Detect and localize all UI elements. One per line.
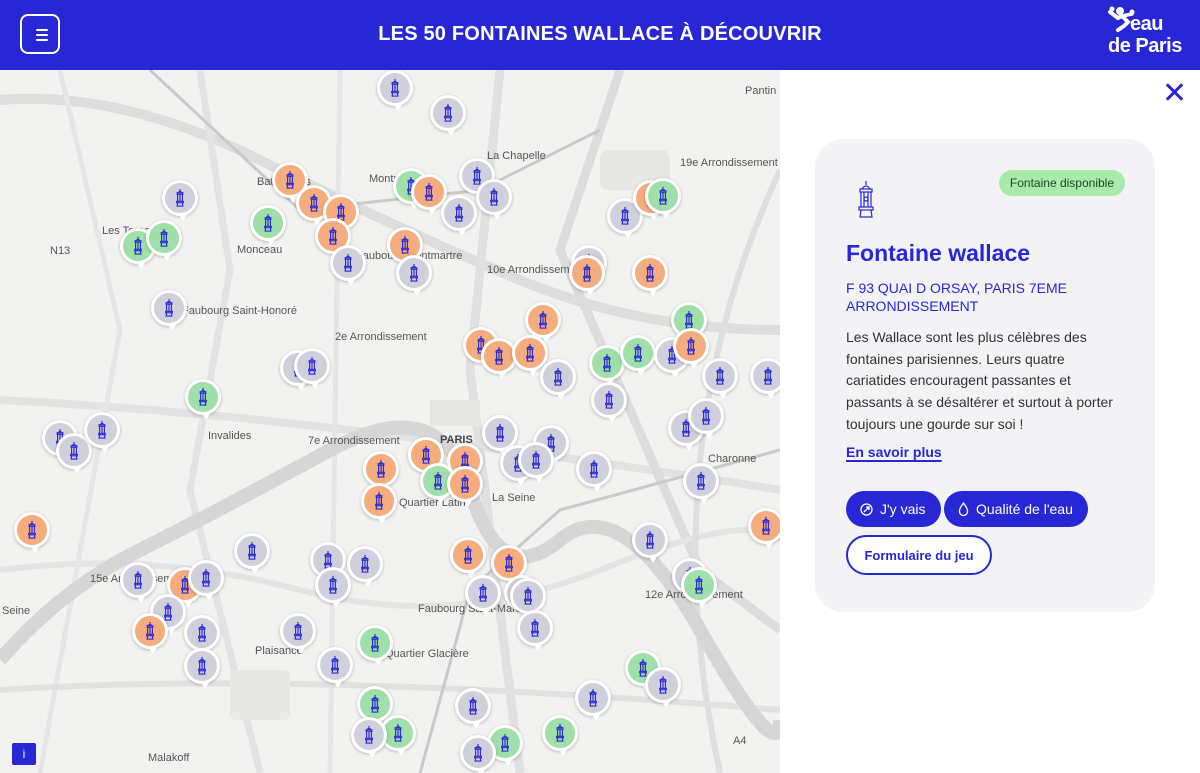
learn-more-link[interactable]: En savoir plus <box>846 444 942 460</box>
fountain-marker[interactable] <box>250 205 286 246</box>
fountain-marker[interactable] <box>347 546 383 587</box>
map-label: 7e Arrondissement <box>308 435 400 447</box>
fountain-marker[interactable] <box>14 512 50 553</box>
fountain-marker[interactable] <box>294 348 330 389</box>
fountain-marker[interactable] <box>575 680 611 721</box>
wallace-fountain-icon <box>858 181 874 218</box>
fountain-marker[interactable] <box>542 715 578 756</box>
fountain-marker[interactable] <box>447 466 483 507</box>
map-label: Faubourg Saint-Honoré <box>182 305 297 317</box>
eau-de-paris-logo[interactable]: eau de Paris <box>1104 6 1186 58</box>
fountain-marker[interactable] <box>330 245 366 286</box>
fountain-marker[interactable] <box>315 567 351 608</box>
game-form-button[interactable]: Formulaire du jeu <box>846 535 992 575</box>
close-icon[interactable] <box>1162 80 1186 104</box>
header: LES 50 FONTAINES WALLACE À DÉCOUVRIR eau… <box>0 0 1200 70</box>
fountain-marker[interactable] <box>146 220 182 261</box>
fountain-description: Les Wallace sont les plus célèbres des f… <box>846 329 1113 432</box>
map-label: Invalides <box>208 430 252 442</box>
fountain-marker[interactable] <box>540 359 576 400</box>
fountain-marker[interactable] <box>184 648 220 689</box>
fountain-marker[interactable] <box>120 562 156 603</box>
fountain-marker[interactable] <box>188 560 224 601</box>
fountain-marker[interactable] <box>377 70 413 111</box>
fountain-marker[interactable] <box>162 180 198 221</box>
fountain-marker[interactable] <box>357 686 393 727</box>
map-info-button[interactable]: i <box>12 743 36 765</box>
fountain-marker[interactable] <box>132 613 168 654</box>
map-label: Seine <box>2 605 31 617</box>
map[interactable]: Pantin19e ArrondissementLa ChapelleMontm… <box>0 70 780 773</box>
go-button-label: J'y vais <box>880 501 926 517</box>
fountain-marker[interactable] <box>363 451 399 492</box>
fountain-marker[interactable] <box>576 451 612 492</box>
fountain-marker[interactable] <box>465 575 501 616</box>
fountain-marker[interactable] <box>683 463 719 504</box>
fountain-marker[interactable] <box>84 412 120 453</box>
fountain-marker[interactable] <box>702 358 738 399</box>
menu-button[interactable] <box>20 14 60 54</box>
fountain-marker[interactable] <box>476 179 512 220</box>
fountain-marker[interactable] <box>681 567 717 608</box>
fountain-marker[interactable] <box>455 688 491 729</box>
water-quality-label: Qualité de l'eau <box>976 501 1073 517</box>
fountain-title: Fontaine wallace <box>846 240 1031 266</box>
map-label: 2e Arrondissement <box>335 331 427 343</box>
water-quality-button[interactable]: Qualité de l'eau <box>944 491 1088 527</box>
map-label: 19e Arrondissement <box>680 157 778 169</box>
fountain-marker[interactable] <box>460 735 496 773</box>
fountain-marker[interactable] <box>411 174 447 215</box>
map-label: Pantin <box>745 85 777 97</box>
map-label: La Chapelle <box>487 150 546 162</box>
go-button[interactable]: J'y vais <box>846 491 941 527</box>
map-label: A4 <box>733 735 747 747</box>
map-label: Charonne <box>708 453 757 465</box>
fountain-marker[interactable] <box>234 533 270 574</box>
fountain-marker[interactable] <box>351 717 387 758</box>
status-badge: Fontaine disponible <box>998 170 1125 196</box>
fountain-marker[interactable] <box>510 578 546 619</box>
fountain-marker[interactable] <box>518 442 554 483</box>
fountain-marker[interactable] <box>673 328 709 369</box>
fountain-marker[interactable] <box>450 537 486 578</box>
navigate-icon <box>860 502 873 516</box>
map-label: La Seine <box>492 492 536 504</box>
map-label: N13 <box>50 245 71 257</box>
fountain-marker[interactable] <box>280 613 316 654</box>
fountain-marker[interactable] <box>361 483 397 524</box>
fountain-marker[interactable] <box>525 302 561 343</box>
fountain-marker[interactable] <box>620 335 656 376</box>
fountain-marker[interactable] <box>430 95 466 136</box>
logo-text-eau: eau <box>1130 13 1163 35</box>
hamburger-icon <box>36 29 48 31</box>
fountain-marker[interactable] <box>688 398 724 439</box>
fountain-marker[interactable] <box>645 178 681 219</box>
fountain-marker[interactable] <box>357 625 393 666</box>
fountain-marker[interactable] <box>396 255 432 296</box>
fountain-marker[interactable] <box>569 255 605 296</box>
fountain-marker[interactable] <box>185 379 221 420</box>
fountain-marker[interactable] <box>517 610 553 651</box>
fountain-marker[interactable] <box>750 358 780 399</box>
fountain-marker[interactable] <box>591 382 627 423</box>
page-title: LES 50 FONTAINES WALLACE À DÉCOUVRIR <box>378 23 822 45</box>
fountain-marker[interactable] <box>645 667 681 708</box>
fountain-marker[interactable] <box>748 508 780 549</box>
fountain-marker[interactable] <box>184 615 220 656</box>
fountain-marker[interactable] <box>441 195 477 236</box>
fountain-marker[interactable] <box>632 255 668 296</box>
map-label: Malakoff <box>148 752 190 764</box>
fountain-marker[interactable] <box>151 290 187 331</box>
logo-text-de-paris: de Paris <box>1108 35 1182 57</box>
fountain-card: Fontaine disponible Fontaine wallace F 9… <box>815 139 1155 612</box>
water-drop-icon <box>958 502 969 516</box>
fountain-address: F 93 QUAI D ORSAY, PARIS 7EME ARRONDISSE… <box>846 280 1067 314</box>
map-label: Quartier Glacière <box>385 648 469 660</box>
fountain-marker[interactable] <box>317 647 353 688</box>
fountain-marker[interactable] <box>632 522 668 563</box>
